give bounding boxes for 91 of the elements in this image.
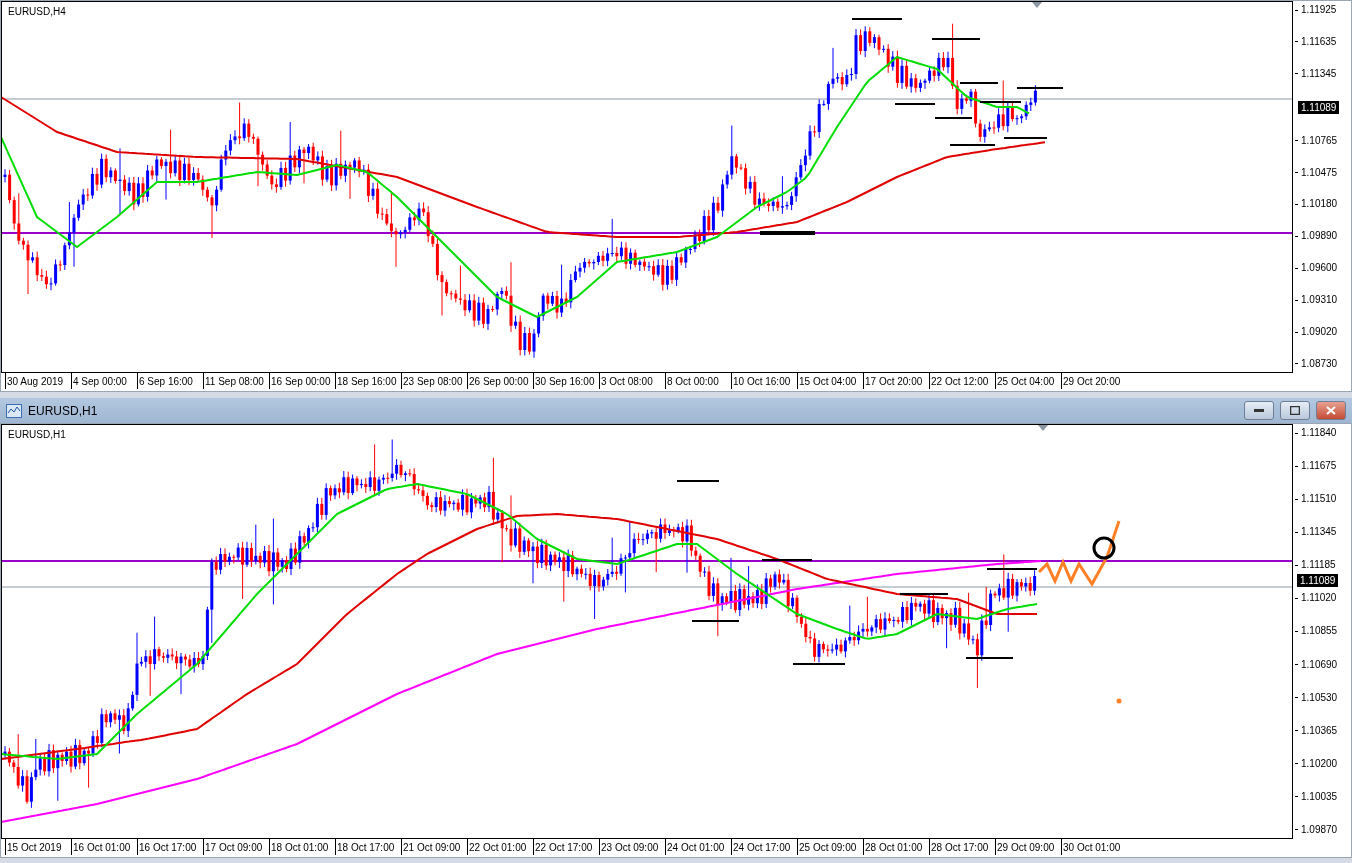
time-axis-label: 15 Oct 04:00: [797, 373, 863, 389]
price-tick-label: 1.11675: [1295, 461, 1351, 472]
level-marker-line: [1016, 87, 1064, 89]
restore-button[interactable]: [1280, 401, 1310, 420]
price-tick-label: 1.11345: [1295, 527, 1351, 538]
level-marker-line: [676, 480, 720, 482]
time-axis-label: 8 Oct 00:00: [665, 373, 731, 389]
chart-shift-marker-icon[interactable]: [1032, 2, 1042, 8]
chart-symbol-label: EURUSD,H1: [8, 429, 66, 440]
level-marker-line: [899, 593, 949, 595]
price-tick-label: 1.10855: [1295, 626, 1351, 637]
price-tick-label: 1.11020: [1295, 593, 1351, 604]
restore-icon: [1290, 406, 1300, 415]
time-axis-label: 16 Sep 00:00: [269, 373, 335, 389]
price-tick-label: 1.10530: [1295, 692, 1351, 703]
level-marker-line: [1003, 137, 1048, 139]
time-axis-label: 6 Sep 16:00: [137, 373, 203, 389]
price-tick-label: 1.09310: [1295, 295, 1351, 306]
time-axis-label: 28 Oct 01:00: [863, 839, 929, 855]
time-axis-label: 11 Sep 08:00: [203, 373, 269, 389]
level-marker-line: [691, 620, 740, 622]
time-axis-label: 29 Oct 20:00: [1061, 373, 1127, 389]
time-axis-label: 29 Oct 09:00: [995, 839, 1061, 855]
time-axis-label: 24 Oct 01:00: [665, 839, 731, 855]
time-axis-label: 16 Oct 17:00: [137, 839, 203, 855]
time-axis-label: 22 Oct 01:00: [467, 839, 533, 855]
time-axis-label: 17 Oct 20:00: [863, 373, 929, 389]
time-axis-label: 18 Oct 17:00: [335, 839, 401, 855]
time-axis-label: 22 Oct 12:00: [929, 373, 995, 389]
time-axis-label: 30 Oct 01:00: [1061, 839, 1127, 855]
time-axis-label: 3 Oct 08:00: [599, 373, 665, 389]
level-marker-line: [959, 82, 999, 84]
level-marker-line: [851, 18, 903, 20]
dot-annotation: [1116, 698, 1122, 704]
price-tick-label: 1.11635: [1295, 36, 1351, 47]
time-axis-label: 4 Sep 00:00: [71, 373, 137, 389]
level-marker-line: [760, 231, 815, 235]
current-price-label: 1.11089: [1297, 574, 1339, 587]
level-marker-line: [965, 657, 1014, 659]
price-tick-label: 1.10200: [1295, 758, 1351, 769]
time-axis-label: 23 Oct 09:00: [599, 839, 665, 855]
price-tick-label: 1.10475: [1295, 167, 1351, 178]
time-axis-label: 25 Oct 09:00: [797, 839, 863, 855]
current-price-label: 1.11089: [1298, 100, 1340, 114]
level-marker-line: [986, 568, 1038, 570]
price-tick-label: 1.11925: [1295, 5, 1351, 15]
price-tick-label: 1.11185: [1295, 560, 1351, 571]
price-tick-label: 1.10765: [1295, 135, 1351, 146]
chart-symbol-label: EURUSD,H4: [8, 6, 66, 17]
time-axis-label: 28 Oct 17:00: [929, 839, 995, 855]
level-marker-line: [931, 38, 981, 40]
price-tick-label: 1.09600: [1295, 263, 1351, 274]
price-tick-label: 1.11510: [1295, 494, 1351, 505]
time-axis-label: 15 Oct 2019: [5, 839, 71, 855]
price-tick-label: 1.10180: [1295, 199, 1351, 210]
price-tick-label: 1.09020: [1295, 327, 1351, 338]
time-axis-label: 30 Aug 2019: [5, 373, 71, 389]
window-title: EURUSD,H1: [28, 403, 99, 418]
chart-window-icon: [6, 403, 22, 418]
level-marker-line: [894, 103, 936, 105]
time-axis-label: 25 Oct 04:00: [995, 373, 1061, 389]
price-tick-label: 1.09890: [1295, 231, 1351, 242]
close-button[interactable]: [1316, 401, 1346, 420]
time-axis-label: 21 Oct 09:00: [401, 839, 467, 855]
minimize-icon: [1254, 408, 1264, 413]
level-marker-line: [934, 117, 973, 119]
time-axis-label: 26 Sep 00:00: [467, 373, 533, 389]
close-icon: [1326, 406, 1336, 415]
time-axis-label: 22 Oct 17:00: [533, 839, 599, 855]
price-tick-label: 1.08730: [1295, 358, 1351, 369]
level-marker-line: [979, 101, 1022, 103]
level-marker-line: [949, 144, 996, 146]
level-marker-line: [761, 559, 813, 561]
minimize-button[interactable]: [1244, 401, 1274, 420]
time-axis-label: 10 Oct 16:00: [731, 373, 797, 389]
time-axis-label: 18 Oct 01:00: [269, 839, 335, 855]
price-tick-label: 1.10690: [1295, 659, 1351, 670]
time-axis-label: 24 Oct 17:00: [731, 839, 797, 855]
time-axis-label: 23 Sep 08:00: [401, 373, 467, 389]
time-axis-label: 16 Oct 01:00: [71, 839, 137, 855]
price-tick-label: 1.10035: [1295, 791, 1351, 802]
level-marker-line: [792, 663, 846, 665]
circle-annotation: [1092, 536, 1116, 560]
time-axis-label: 18 Sep 16:00: [335, 373, 401, 389]
price-tick-label: 1.10365: [1295, 725, 1351, 736]
price-tick-label: 1.11345: [1295, 68, 1351, 79]
time-axis-label: 30 Sep 16:00: [533, 373, 599, 389]
price-tick-label: 1.11840: [1295, 428, 1351, 438]
chart-shift-marker-icon[interactable]: [1038, 425, 1048, 431]
time-axis-label: 17 Oct 09:00: [203, 839, 269, 855]
price-tick-label: 1.09870: [1295, 824, 1351, 835]
